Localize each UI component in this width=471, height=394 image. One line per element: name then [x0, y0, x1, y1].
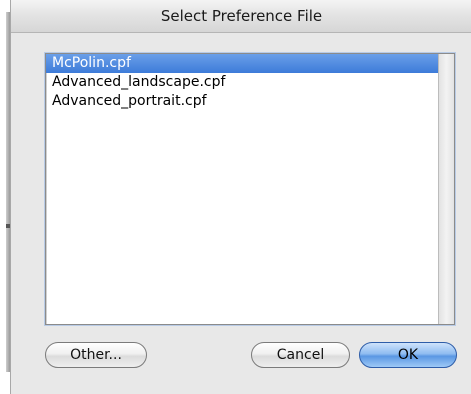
vertical-scrollbar[interactable] — [438, 54, 454, 324]
other-button[interactable]: Other... — [45, 342, 147, 368]
file-list[interactable]: McPolin.cpf Advanced_landscape.cpf Advance… — [46, 54, 438, 324]
file-list-item[interactable]: Advanced_portrait.cpf — [46, 92, 438, 111]
dialog-title: Select Preference File — [160, 7, 323, 25]
file-list-item[interactable]: Advanced_landscape.cpf — [46, 73, 438, 92]
dialog-titlebar: Select Preference File — [11, 0, 471, 33]
file-list-box[interactable]: McPolin.cpf Advanced_landscape.cpf Advance… — [45, 53, 455, 325]
ok-button[interactable]: OK — [359, 342, 457, 368]
cancel-button[interactable]: Cancel — [251, 342, 350, 368]
file-list-item[interactable]: McPolin.cpf — [46, 54, 438, 73]
background-window-edge — [0, 0, 10, 394]
select-preference-dialog: Select Preference File McPolin.cpf Advanc… — [10, 0, 471, 394]
